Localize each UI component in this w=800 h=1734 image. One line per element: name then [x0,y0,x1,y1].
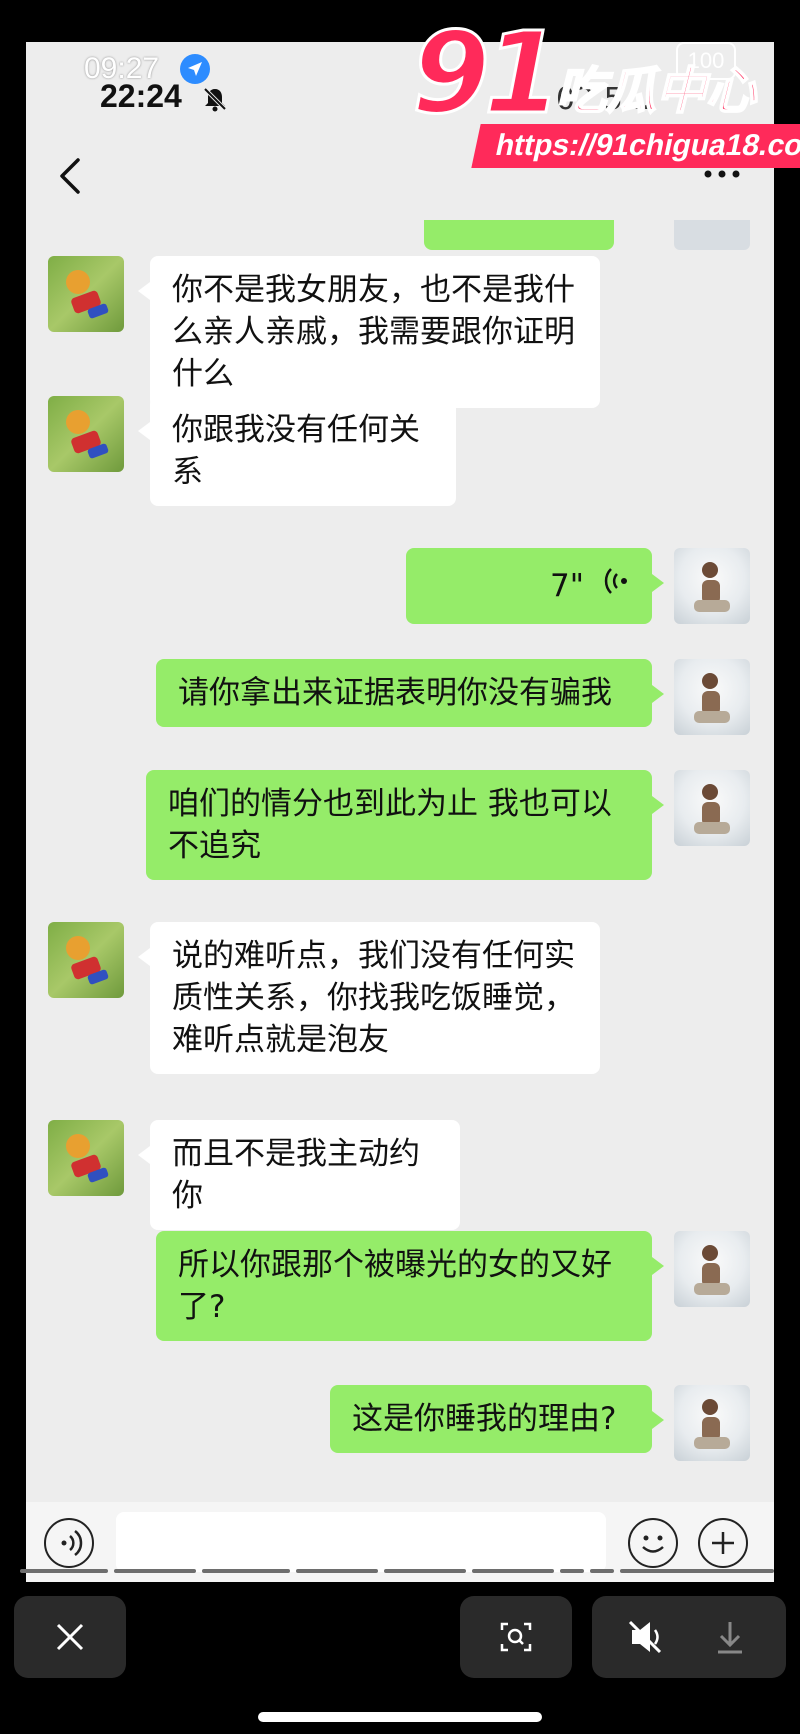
back-icon[interactable] [52,154,88,198]
download-icon[interactable] [718,1622,742,1654]
message-bubble-incoming[interactable]: 你跟我没有任何关系 [138,396,456,506]
avatar[interactable] [48,256,124,332]
voice-duration: 7" [550,568,584,604]
chat-screenshot: 09:27 22:24 100 02 5... 你不是我女朋友，也不是我什么亲人… [26,42,774,1582]
bell-muted-icon [202,86,228,116]
avatar [674,220,750,250]
message-bubble-outgoing[interactable]: 请你拿出来证据表明你没有骗我 [156,659,664,727]
avatar[interactable] [48,396,124,472]
status-time: 22:24 [100,78,182,114]
avatar[interactable] [674,1385,750,1461]
scan-icon [500,1622,532,1652]
avatar[interactable] [674,770,750,846]
message-bubble-outgoing[interactable]: 这是你睡我的理由? [330,1385,664,1453]
avatar[interactable] [48,1120,124,1196]
voice-wave-icon [604,565,630,607]
avatar[interactable] [48,922,124,998]
scan-button[interactable] [460,1596,572,1678]
avatar[interactable] [674,659,750,735]
message-bubble-incoming[interactable]: 说的难听点，我们没有任何实质性关系，你找我吃饭睡觉，难听点就是泡友 [138,922,600,1074]
close-button[interactable] [14,1596,126,1678]
close-icon [56,1623,84,1651]
avatar[interactable] [674,1231,750,1307]
message-bubble-incoming[interactable]: 而且不是我主动约你 [138,1120,460,1230]
location-arrow-icon [180,54,210,84]
home-indicator [258,1712,542,1722]
watermark-logo-number: 91 [411,9,564,139]
media-controls [592,1596,786,1678]
playback-progress [20,1558,780,1573]
voice-message-bubble[interactable]: 7" [406,548,664,624]
watermark-name: 吃瓜中心 [555,62,757,120]
partial-message-bubble [424,220,614,250]
mute-icon[interactable] [628,1620,662,1654]
message-bubble-incoming[interactable]: 你不是我女朋友，也不是我什么亲人亲戚，我需要跟你证明什么 [138,256,600,408]
message-bubble-outgoing[interactable]: 所以你跟那个被曝光的女的又好了? [156,1231,664,1341]
avatar[interactable] [674,548,750,624]
message-bubble-outgoing[interactable]: 咱们的情分也到此为止 我也可以不追究 [146,770,664,880]
watermark-url: https://91chigua18.com [471,124,800,168]
